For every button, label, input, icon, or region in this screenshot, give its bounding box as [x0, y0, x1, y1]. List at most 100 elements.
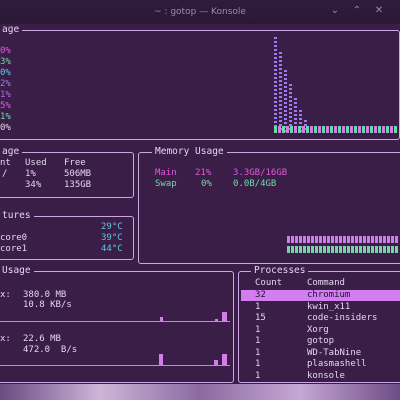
net-rx-rate: 10.8 KB/s: [23, 300, 72, 310]
disk-header-mount: nt: [0, 158, 11, 168]
memory-graph-swap: [331, 246, 334, 253]
memory-graph-swap: [351, 246, 354, 253]
memory-main-name: Main: [155, 168, 177, 178]
desktop-background: [0, 384, 400, 400]
memory-graph-main: [339, 236, 342, 243]
memory-graph-main: [371, 236, 374, 243]
close-icon[interactable]: ✕: [374, 6, 384, 16]
cpu-graph-baseline: [390, 126, 393, 133]
cpu-graph-baseline: [310, 126, 313, 133]
proc-header-count[interactable]: Count: [255, 278, 282, 289]
cpu-graph-baseline: [338, 126, 341, 133]
cpu-core-percent: 0%: [0, 123, 11, 133]
memory-graph-main: [383, 236, 386, 243]
cpu-graph-baseline: [386, 126, 389, 133]
cpu-core-percent: 0%: [0, 46, 11, 56]
cpu-core-percent: 3%: [0, 57, 11, 67]
maximize-icon[interactable]: ⌃: [352, 6, 362, 16]
memory-graph-swap: [323, 246, 326, 253]
process-command[interactable]: kwin_x11: [307, 302, 350, 313]
memory-graph-swap: [291, 246, 294, 253]
memory-main-percent: 21%: [195, 168, 212, 178]
process-count[interactable]: 1: [255, 336, 260, 347]
cpu-graph-baseline: [382, 126, 385, 133]
memory-graph-main: [327, 236, 330, 243]
memory-graph-swap: [311, 246, 314, 253]
memory-graph-main: [299, 236, 302, 243]
cpu-graph-baseline: [370, 126, 373, 133]
cpu-graph-baseline: [346, 126, 349, 133]
memory-graph-swap: [347, 246, 350, 253]
process-count[interactable]: 1: [255, 359, 260, 370]
memory-graph-swap: [343, 246, 346, 253]
net-rx-total-label: x:: [0, 290, 11, 300]
memory-graph-swap: [303, 246, 306, 253]
tx-sparkline-bar: [222, 354, 227, 366]
memory-graph-main: [379, 236, 382, 243]
disk-row-free: 135GB: [64, 180, 92, 190]
memory-graph-swap: [339, 246, 342, 253]
process-count[interactable]: 1: [255, 371, 260, 382]
process-command[interactable]: WD-TabNine: [307, 348, 361, 359]
process-count[interactable]: 15: [255, 313, 266, 324]
cpu-graph-baseline: [362, 126, 365, 133]
temp-name-2: core1: [0, 244, 28, 254]
temp-value-0: 29°C: [101, 222, 123, 232]
memory-graph-main: [331, 236, 334, 243]
cpu-core-percent: 2%: [0, 79, 11, 89]
cpu-core-percent: 0%: [0, 68, 11, 78]
cpu-graph-baseline: [374, 126, 377, 133]
minimize-icon[interactable]: ⌄: [330, 6, 340, 16]
memory-graph-swap: [315, 246, 318, 253]
process-command[interactable]: gotop: [307, 336, 334, 347]
tx-sparkline-bar: [159, 354, 163, 366]
window-title: ~ : gotop — Konsole: [154, 7, 246, 17]
net-tx-rate: 472.0 B/s: [23, 345, 78, 355]
process-command[interactable]: Xorg: [307, 325, 329, 336]
process-count[interactable]: 1: [255, 325, 260, 336]
process-command[interactable]: plasmashell: [307, 359, 367, 370]
cpu-core-percent: 5%: [0, 101, 11, 111]
memory-graph-swap: [395, 246, 398, 253]
memory-graph-main: [335, 236, 338, 243]
memory-swap-value: 0.0B/4GB: [233, 179, 277, 189]
memory-graph-main: [363, 236, 366, 243]
cpu-graph-baseline: [294, 126, 297, 133]
memory-graph-main: [291, 236, 294, 243]
memory-graph-swap: [299, 246, 302, 253]
cpu-graph-baseline: [302, 126, 305, 133]
network-usage-panel: Usage: [0, 265, 234, 383]
memory-graph-main: [391, 236, 394, 243]
cpu-graph-baseline: [394, 126, 397, 133]
cpu-graph-column: [289, 84, 292, 132]
memory-graph-swap: [287, 246, 290, 253]
memory-graph-main: [319, 236, 322, 243]
process-command[interactable]: code-insiders: [307, 313, 377, 324]
cpu-graph-column: [274, 37, 277, 132]
memory-graph-swap: [383, 246, 386, 253]
cpu-graph-baseline: [378, 126, 381, 133]
cpu-graph-baseline: [350, 126, 353, 133]
process-count[interactable]: 1: [255, 348, 260, 359]
cpu-graph-baseline: [290, 126, 293, 133]
cpu-graph-column: [279, 52, 282, 132]
process-command[interactable]: konsole: [307, 371, 345, 382]
cpu-graph-baseline: [366, 126, 369, 133]
window-titlebar: ~ : gotop — Konsole ⌄ ⌃ ✕: [0, 0, 400, 24]
proc-header-command[interactable]: Command: [307, 278, 345, 289]
cpu-graph-baseline: [286, 126, 289, 133]
process-count[interactable]: 1: [255, 302, 260, 313]
memory-graph-swap: [367, 246, 370, 253]
cpu-usage-panel: age: [0, 24, 400, 140]
cpu-graph-baseline: [274, 126, 277, 133]
process-count[interactable]: 32: [255, 290, 266, 301]
process-command[interactable]: chromium: [307, 290, 350, 301]
disk-header-used: Used: [25, 158, 47, 168]
memory-graph-swap: [363, 246, 366, 253]
cpu-graph-baseline: [278, 126, 281, 133]
rx-sparkline-bar: [160, 317, 163, 322]
cpu-core-percent: 1%: [0, 112, 11, 122]
memory-panel-title: Memory Usage: [152, 146, 227, 158]
cpu-graph-baseline: [282, 126, 285, 133]
memory-graph-swap: [335, 246, 338, 253]
